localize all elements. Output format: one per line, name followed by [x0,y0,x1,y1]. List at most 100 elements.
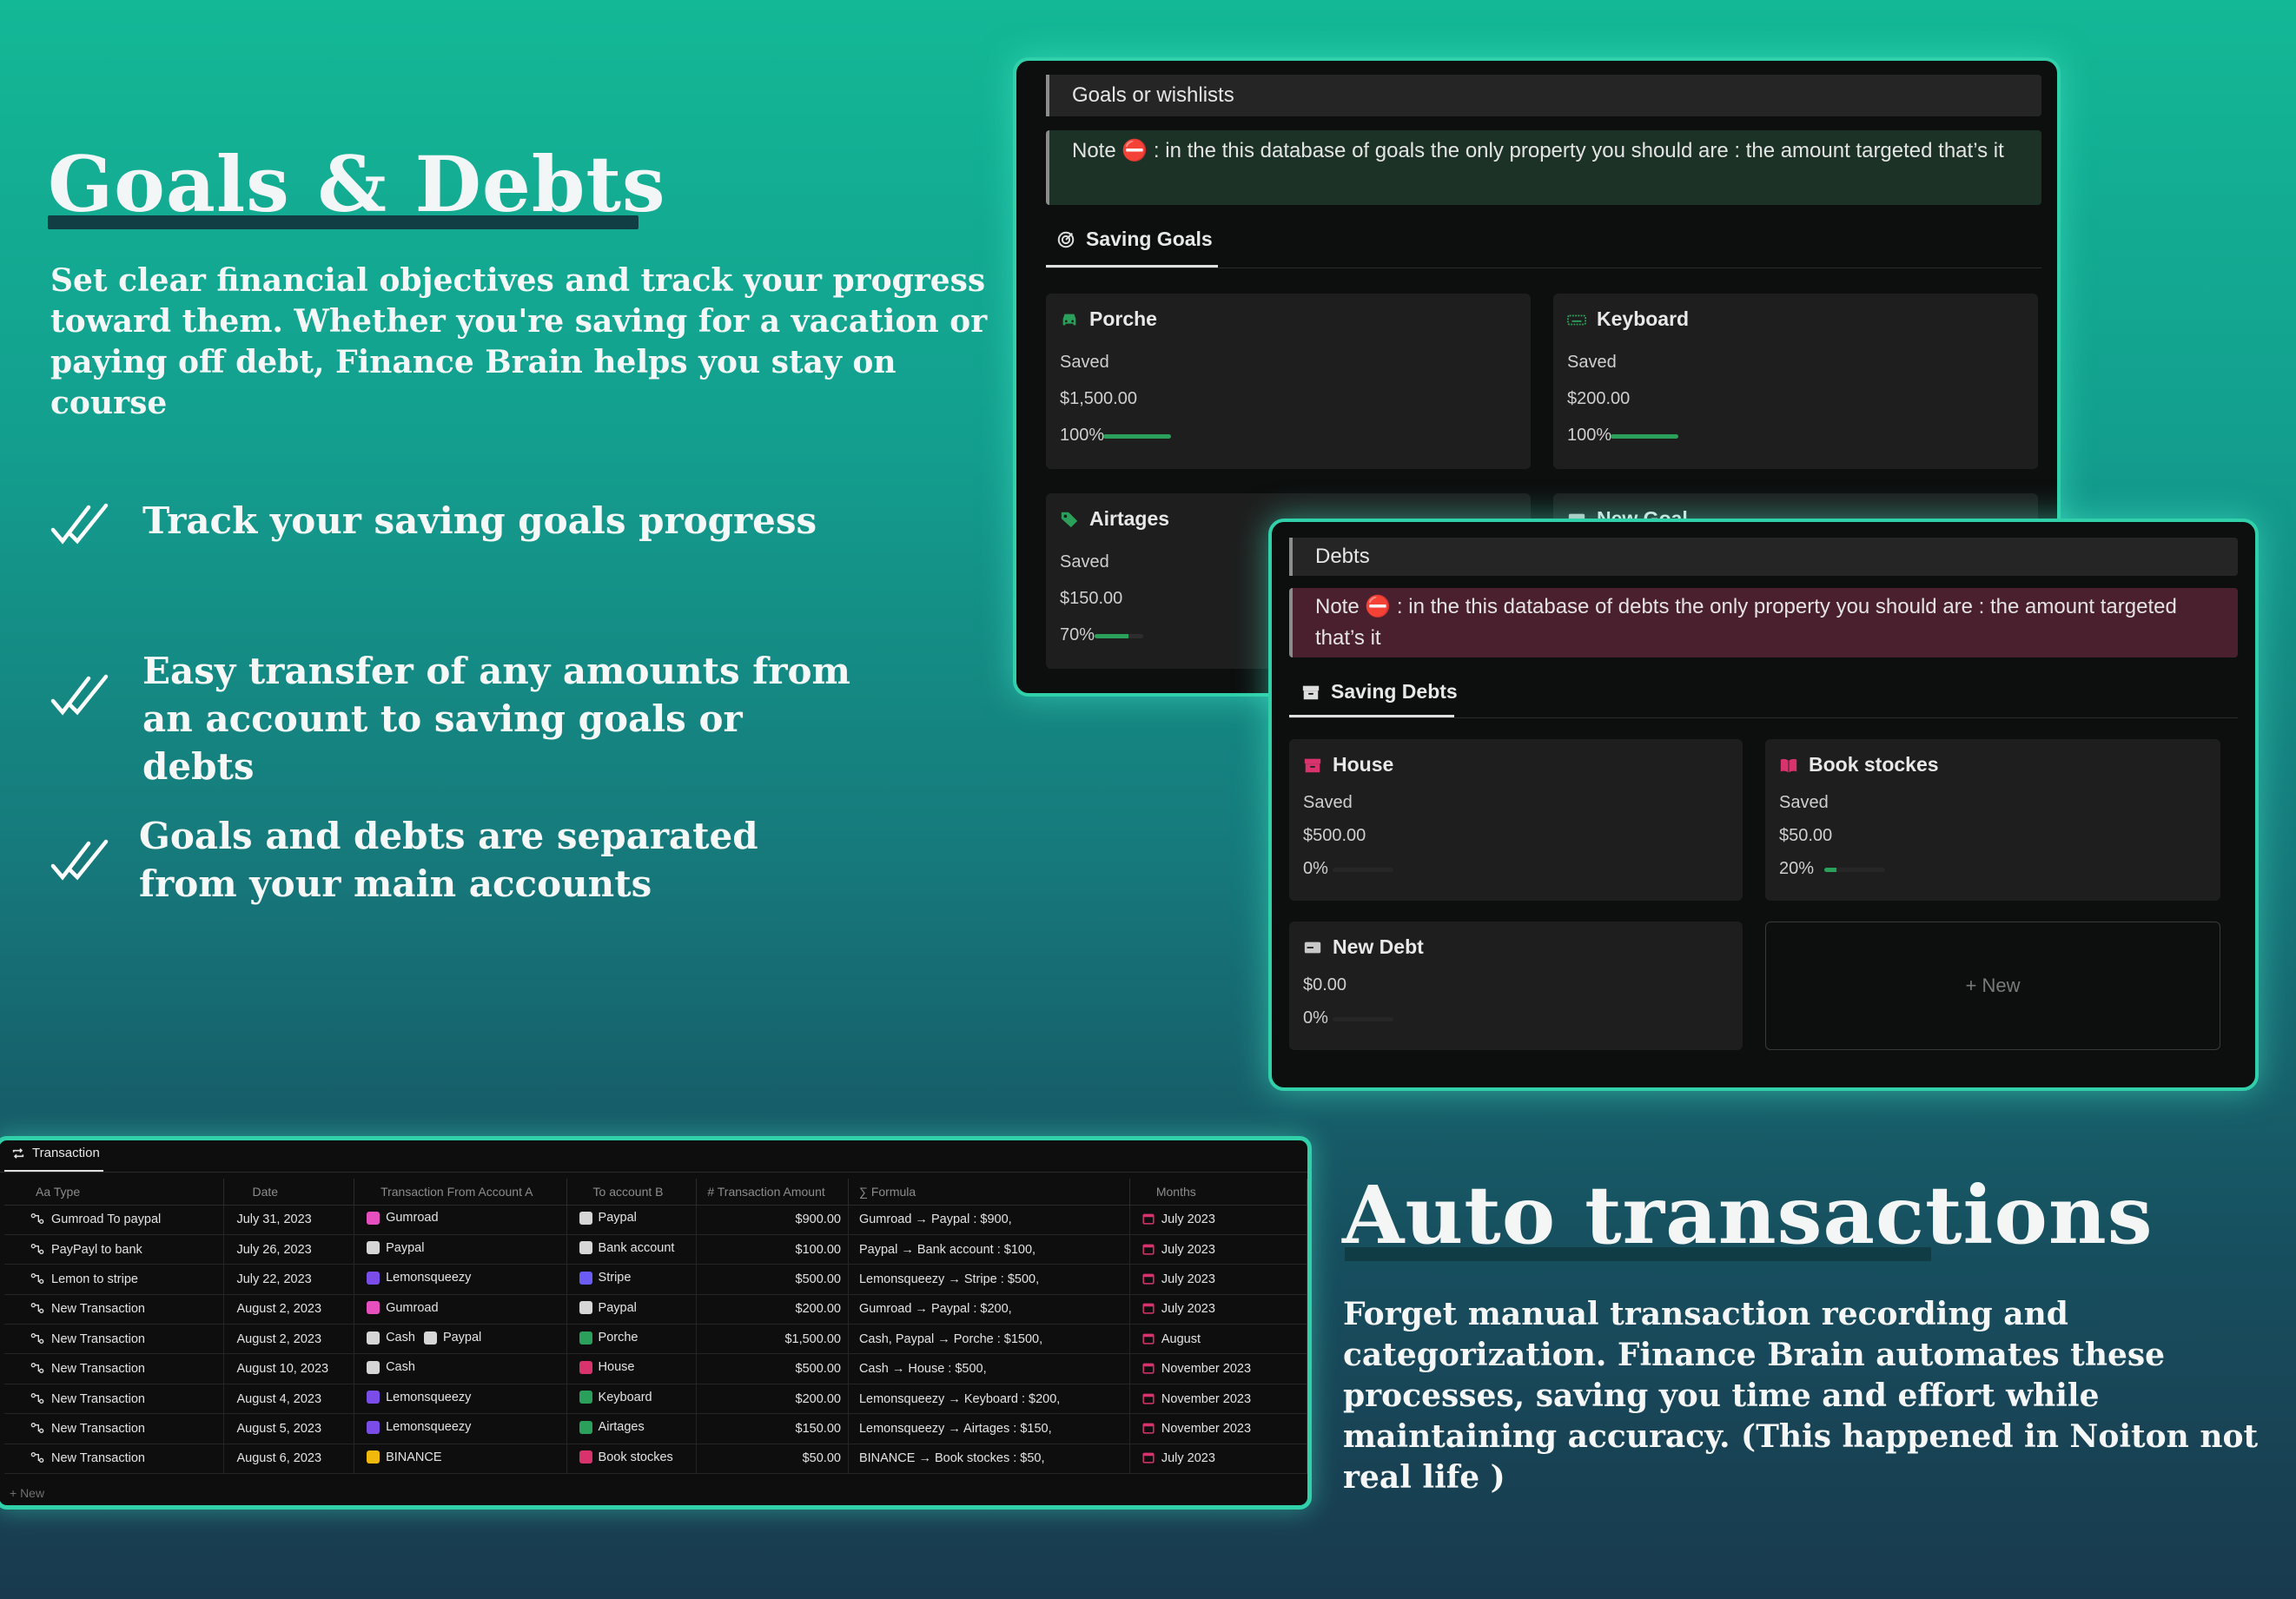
new-transaction-button[interactable]: + New [10,1486,44,1500]
date-cell: July 22, 2023 [223,1264,355,1295]
account-chip[interactable]: Paypal [579,1211,637,1225]
debt-card-new-debt[interactable]: New Debt $0.00 0% [1289,922,1743,1050]
transfer-icon [30,1332,44,1344]
month-cell: July 2023 [1129,1444,1307,1475]
debt-card-book-stockes[interactable]: Book stockes Saved $50.00 20% [1765,739,2220,901]
table-row[interactable]: New Transaction August 2, 2023 Cash Paypal P… [4,1324,1307,1355]
account-chip[interactable]: BINANCE [367,1450,442,1464]
car-icon [1062,314,1076,325]
account-chip[interactable]: Lemonsqueezy [367,1391,471,1404]
calendar-icon [1142,1423,1155,1434]
progress-bar [1103,434,1171,439]
from-account-cell: Lemonsqueezy [354,1264,567,1295]
account-icon [579,1211,592,1225]
to-account-cell: Paypal [566,1294,698,1325]
feature-item: Goals and debts are separated from your … [50,812,764,908]
account-chip[interactable]: Paypal [367,1241,424,1255]
progress-bar [1611,434,1678,439]
double-check-icon [50,839,109,881]
transfer-icon [30,1272,44,1284]
column-header[interactable]: ∑ Formula [848,1179,1130,1206]
formula-cell: Lemonsqueezy → Stripe : $500, [848,1264,1130,1295]
column-header[interactable]: Months [1129,1179,1307,1206]
month-cell: July 2023 [1129,1205,1307,1235]
table-row[interactable]: PayPayl to bank July 26, 2023 Paypal Bank a… [4,1234,1307,1265]
column-header[interactable]: To account B [566,1179,698,1206]
account-icon [579,1271,592,1285]
account-chip[interactable]: Lemonsqueezy [367,1420,471,1434]
account-chip[interactable]: Cash [367,1360,415,1374]
goals-db-title: Goals or wishlists [1046,75,2041,116]
month-cell: July 2023 [1129,1264,1307,1295]
date-cell: July 26, 2023 [223,1234,355,1265]
date-cell: August 10, 2023 [223,1353,355,1384]
month-cell: November 2023 [1129,1384,1307,1415]
column-header[interactable]: Transaction From Account A [354,1179,567,1206]
account-chip[interactable]: Lemonsqueezy [367,1271,471,1285]
account-chip[interactable]: Bank account [579,1241,674,1255]
transfer-icon [30,1422,44,1433]
formula-cell: Lemonsqueezy → Keyboard : $200, [848,1384,1130,1415]
account-chip[interactable]: Airtages [579,1420,645,1434]
table-row[interactable]: New Transaction August 2, 2023 Gumroad Payp… [4,1294,1307,1325]
account-chip[interactable]: Porche [579,1331,639,1345]
account-chip[interactable]: Gumroad [367,1301,439,1315]
progress-bar [1333,1017,1393,1021]
account-icon [367,1450,380,1464]
auto-transactions-title: Auto transactions [1342,1168,2154,1262]
account-icon [423,1331,437,1345]
target-icon [1057,231,1075,248]
transfer-icon [30,1392,44,1404]
type-cell: New Transaction [4,1353,225,1384]
table-row[interactable]: New Transaction August 5, 2023 Lemonsqueez… [4,1413,1307,1444]
account-chip[interactable]: House [579,1360,634,1374]
tab-transaction[interactable]: Transaction [11,1146,100,1160]
to-account-cell: House [566,1353,698,1384]
formula-cell: Gumroad → Paypal : $200, [848,1294,1130,1325]
double-check-icon [50,674,109,716]
feature-text: Easy transfer of any amounts from an acc… [142,650,850,788]
from-account-cell: Cash Paypal [354,1324,567,1355]
amount-cell: $500.00 [696,1264,849,1295]
account-icon [367,1331,380,1345]
column-header[interactable]: Date [223,1179,355,1206]
goal-card-keyboard[interactable]: Keyboard Saved $200.00 100% [1553,294,2038,469]
calendar-icon [1142,1244,1155,1255]
from-account-cell: Gumroad [354,1205,567,1235]
account-chip[interactable]: Paypal [423,1331,481,1345]
formula-cell: BINANCE → Book stockes : $50, [848,1444,1130,1475]
title-underline [48,215,639,229]
from-account-cell: Gumroad [354,1294,567,1325]
goals-note-callout: Note ⛔ : in the this database of goals t… [1046,130,2041,205]
tab-saving-debts[interactable]: Saving Debts [1301,680,1458,704]
month-cell: July 2023 [1129,1294,1307,1325]
table-row[interactable]: New Transaction August 4, 2023 Lemonsqueez… [4,1384,1307,1415]
table-row[interactable]: Gumroad To paypal July 31, 2023 Gumroad Pay… [4,1205,1307,1235]
goal-card-porche[interactable]: Porche Saved $1,500.00 100% [1046,294,1531,469]
debt-card-house[interactable]: House Saved $500.00 0% [1289,739,1743,901]
account-icon [367,1301,380,1315]
type-cell: Gumroad To paypal [4,1205,225,1235]
account-chip[interactable]: Book stockes [579,1450,673,1464]
account-chip[interactable]: Stripe [579,1271,631,1285]
table-row[interactable]: New Transaction August 6, 2023 BINANCE Book… [4,1444,1307,1475]
column-header[interactable]: # Transaction Amount [696,1179,849,1206]
calendar-icon [1142,1213,1155,1225]
type-cell: New Transaction [4,1444,225,1475]
transfer-icon [30,1243,44,1254]
to-account-cell: Airtages [566,1413,698,1444]
account-icon [579,1301,592,1315]
type-cell: New Transaction [4,1324,225,1355]
account-chip[interactable]: Keyboard [579,1391,652,1404]
table-row[interactable]: Lemon to stripe July 22, 2023 Lemonsqueezy… [4,1264,1307,1295]
account-icon [579,1450,592,1464]
feature-item: Easy transfer of any amounts from an acc… [50,647,855,790]
account-chip[interactable]: Gumroad [367,1211,439,1225]
account-chip[interactable]: Cash [367,1331,415,1345]
account-icon [579,1241,592,1255]
new-debt-button[interactable]: + New [1765,922,2220,1050]
account-chip[interactable]: Paypal [579,1301,637,1315]
column-header[interactable]: Aa Type [4,1179,225,1206]
tab-saving-goals[interactable]: Saving Goals [1056,228,1213,251]
table-row[interactable]: New Transaction August 10, 2023 Cash House $… [4,1353,1307,1384]
